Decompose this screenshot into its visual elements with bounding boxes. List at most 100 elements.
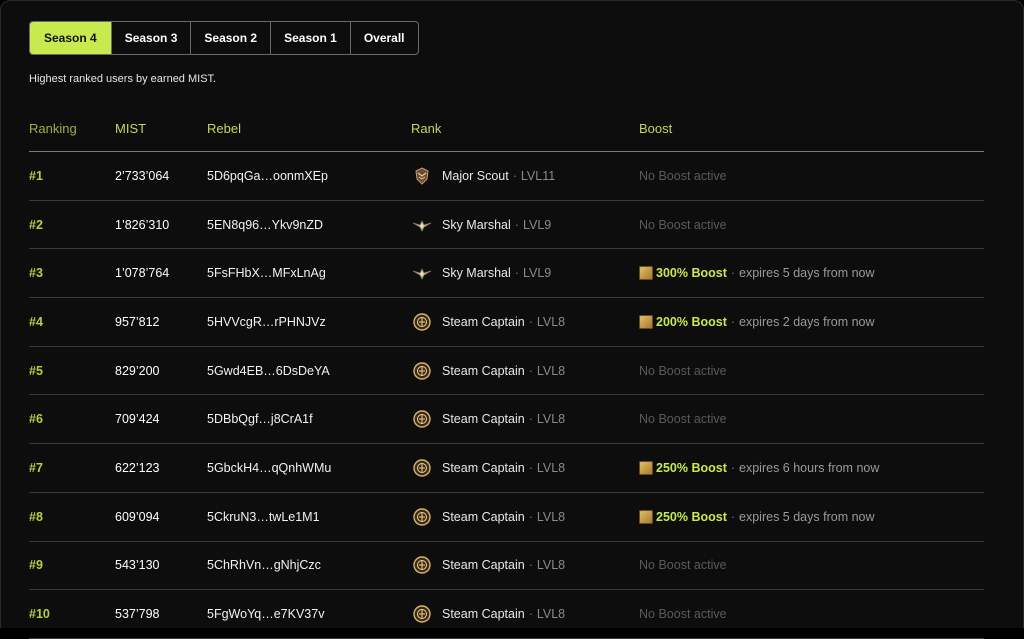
steam-captain-icon <box>411 311 433 333</box>
rebel-address[interactable]: 5ChRhVn…gNhjCzc <box>207 542 321 590</box>
rank-level: LVL8 <box>536 363 566 378</box>
mist-value: 1’826’310 <box>115 217 170 232</box>
no-boost-label: No Boost active <box>639 217 727 232</box>
rebel-address[interactable]: 5CkruN3…twLe1M1 <box>207 493 320 541</box>
rebel-address[interactable]: 5Gwd4EB…6DsDeYA <box>207 347 330 395</box>
rank-name: Steam Captain <box>442 412 525 427</box>
boost-cell: No Boost active <box>639 152 727 200</box>
rank-cell: Steam Captain · LVL8 <box>411 493 565 541</box>
column-header-rebel: Rebel <box>207 120 241 136</box>
mist-value: 957’812 <box>115 314 160 329</box>
rebel-address[interactable]: 5FgWoYq…e7KV37v <box>207 590 324 638</box>
rebel-address[interactable]: 5D6pqGa…oonmXEp <box>207 152 328 200</box>
mist-value: 543’130 <box>115 558 160 573</box>
separator: · <box>528 314 533 329</box>
separator: · <box>528 363 533 378</box>
mist-value: 622’123 <box>115 460 160 475</box>
boost-cell: 250% Boost · expires 6 hours from now <box>639 444 879 492</box>
tab-overall[interactable]: Overall <box>349 22 418 54</box>
no-boost-label: No Boost active <box>639 607 727 622</box>
mist-value: 537’798 <box>115 607 160 622</box>
major-scout-icon <box>411 165 433 187</box>
boost-cell: No Boost active <box>639 542 727 590</box>
rebel-address[interactable]: 5DBbQgf…j8CrA1f <box>207 395 313 443</box>
steam-captain-icon <box>411 457 433 479</box>
separator: · <box>730 509 736 524</box>
rank-level: LVL8 <box>536 509 566 524</box>
boost-cell: No Boost active <box>639 395 727 443</box>
ranking-position: #5 <box>29 363 43 378</box>
no-boost-label: No Boost active <box>639 363 727 378</box>
tab-season-4[interactable]: Season 4 <box>30 22 111 54</box>
boost-icon <box>639 509 653 524</box>
rank-cell: Sky Marshal · LVL9 <box>411 249 551 297</box>
separator: · <box>730 460 736 475</box>
separator: · <box>514 266 519 281</box>
separator: · <box>528 509 533 524</box>
boost-amount: 250% Boost <box>656 460 727 475</box>
table-row: #5 829’200 5Gwd4EB…6DsDeYA Steam Captain… <box>29 347 984 396</box>
rank-cell: Steam Captain · LVL8 <box>411 444 565 492</box>
boost-icon <box>639 314 653 329</box>
boost-cell: 200% Boost · expires 2 days from now <box>639 298 875 346</box>
mist-value: 2’733’064 <box>115 168 170 183</box>
ranking-position: #2 <box>29 217 43 232</box>
rank-level: LVL9 <box>522 266 552 281</box>
tab-season-3[interactable]: Season 3 <box>110 22 191 54</box>
rebel-address[interactable]: 5HVVcgR…rPHNJVz <box>207 298 326 346</box>
table-header: Ranking MIST Rebel Rank Boost <box>29 105 984 152</box>
separator: · <box>528 558 533 573</box>
ranking-position: #9 <box>29 558 43 573</box>
separator: · <box>528 460 533 475</box>
separator: · <box>512 168 517 183</box>
rank-name: Steam Captain <box>442 460 525 475</box>
leaderboard-table: Ranking MIST Rebel Rank Boost #1 2’733’0… <box>29 105 984 639</box>
boost-expiry: expires 2 days from now <box>739 314 875 329</box>
rank-cell: Steam Captain · LVL8 <box>411 395 565 443</box>
sky-marshal-icon <box>411 214 433 236</box>
sky-marshal-icon <box>411 262 433 284</box>
table-row: #6 709’424 5DBbQgf…j8CrA1f Steam Captain… <box>29 395 984 445</box>
rebel-address[interactable]: 5EN8q96…Ykv9nZD <box>207 201 323 249</box>
rank-cell: Steam Captain · LVL8 <box>411 590 565 638</box>
rank-cell: Major Scout · LVL11 <box>411 152 555 200</box>
column-header-ranking: Ranking <box>29 120 77 136</box>
rank-level: LVL8 <box>536 558 566 573</box>
boost-expiry: expires 5 days from now <box>739 509 875 524</box>
boost-amount: 300% Boost <box>656 266 727 281</box>
no-boost-label: No Boost active <box>639 558 727 573</box>
leaderboard-panel: Season 4 Season 3 Season 2 Season 1 Over… <box>0 0 1024 639</box>
rebel-address[interactable]: 5GbckH4…qQnhWMu <box>207 444 331 492</box>
boost-cell: No Boost active <box>639 347 727 395</box>
separator: · <box>528 607 533 622</box>
steam-captain-icon <box>411 360 433 382</box>
boost-icon <box>639 460 653 475</box>
rank-cell: Steam Captain · LVL8 <box>411 347 565 395</box>
rank-level: LVL8 <box>536 314 566 329</box>
boost-expiry: expires 5 days from now <box>739 266 875 281</box>
boost-cell: 300% Boost · expires 5 days from now <box>639 249 875 297</box>
table-body: #1 2’733’064 5D6pqGa…oonmXEp Major Scout… <box>29 152 984 639</box>
table-row: #3 1’078’764 5FsFHbX…MFxLnAg Sky Marshal… <box>29 249 984 299</box>
no-boost-label: No Boost active <box>639 168 727 183</box>
tab-season-1[interactable]: Season 1 <box>270 22 350 54</box>
mist-value: 709’424 <box>115 412 160 427</box>
boost-cell: 250% Boost · expires 5 days from now <box>639 493 875 541</box>
column-header-mist: MIST <box>115 120 147 136</box>
ranking-position: #3 <box>29 266 43 281</box>
rank-name: Steam Captain <box>442 607 525 622</box>
table-row: #8 609’094 5CkruN3…twLe1M1 Steam Captain… <box>29 493 984 542</box>
mist-value: 829’200 <box>115 363 160 378</box>
leaderboard-subtitle: Highest ranked users by earned MIST. <box>29 73 217 85</box>
separator: · <box>528 412 533 427</box>
rank-level: LVL11 <box>520 168 556 183</box>
rank-cell: Steam Captain · LVL8 <box>411 542 565 590</box>
rank-name: Steam Captain <box>442 314 525 329</box>
tab-season-2[interactable]: Season 2 <box>190 22 270 54</box>
steam-captain-icon <box>411 506 433 528</box>
steam-captain-icon <box>411 554 433 576</box>
table-row: #4 957’812 5HVVcgR…rPHNJVz Steam Captain… <box>29 298 984 347</box>
rebel-address[interactable]: 5FsFHbX…MFxLnAg <box>207 249 326 297</box>
ranking-position: #6 <box>29 412 43 427</box>
separator: · <box>730 314 736 329</box>
